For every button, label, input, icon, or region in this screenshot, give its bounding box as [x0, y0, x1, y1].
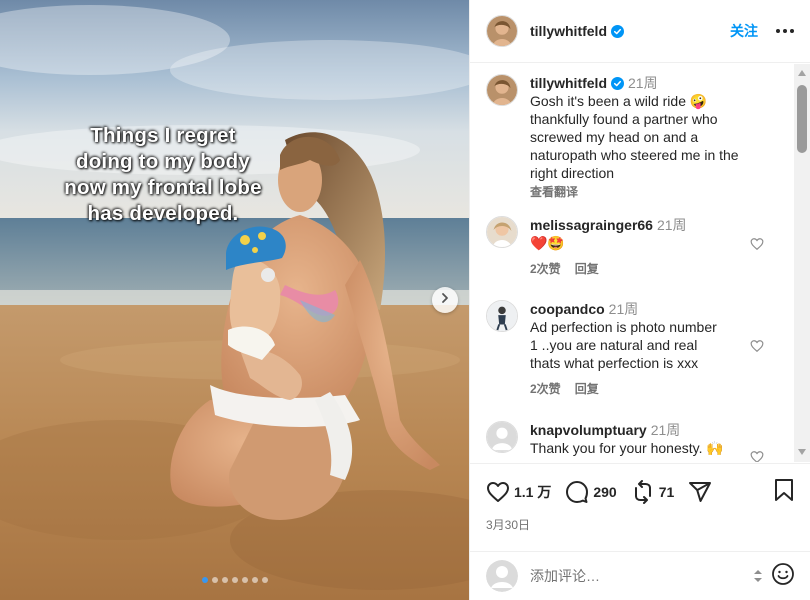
- carousel-indicator: [0, 577, 469, 583]
- like-button[interactable]: 1.1 万: [486, 480, 551, 504]
- comment-username[interactable]: melissagrainger66: [530, 217, 653, 233]
- save-button[interactable]: [773, 478, 795, 507]
- post-date[interactable]: 3月30日: [486, 516, 795, 533]
- caption-line: naturopath who steered me in the: [530, 147, 739, 163]
- comment-bubble-icon: [565, 480, 589, 504]
- overlay-line: has developed.: [87, 202, 239, 225]
- caption-line: screwed my head on and a: [530, 129, 699, 145]
- caption-item: tillywhitfeld 21周 Gosh it's been a wild r…: [486, 74, 760, 201]
- post-actions: 1.1 万 290 71 3月30日: [470, 463, 810, 551]
- bookmark-icon: [773, 478, 795, 506]
- sort-toggle-icon[interactable]: [753, 568, 763, 584]
- comment-text-line: 1 ..you are natural and real: [530, 337, 698, 353]
- carousel-dot: [261, 577, 268, 583]
- emoji-picker-icon[interactable]: [771, 562, 795, 591]
- scroll-down-arrow-icon[interactable]: [798, 449, 806, 455]
- verified-badge-icon: [611, 24, 624, 38]
- caption-line: Gosh it's been a wild ride 🤪: [530, 93, 708, 109]
- more-options-icon[interactable]: [776, 29, 794, 33]
- comment-time[interactable]: 21周: [651, 422, 681, 438]
- comment-text: Thank you for your honesty. 🙌: [530, 440, 724, 456]
- repost-button[interactable]: 71: [631, 480, 675, 504]
- comment-item: knapvolumptuary 21周 Thank you for your ho…: [486, 421, 760, 457]
- comment-like-count[interactable]: 2次赞: [530, 260, 561, 278]
- post-header: tillywhitfeld 关注: [470, 0, 810, 63]
- carousel-dot: [251, 577, 258, 583]
- commenter-avatar[interactable]: [486, 300, 518, 332]
- comment-count: 290: [593, 484, 617, 500]
- comment-reply-button[interactable]: 回复: [575, 260, 599, 278]
- post-overlay-caption: Things I regret doing to my body now my …: [18, 123, 308, 227]
- chevron-right-icon: [439, 291, 451, 309]
- post-side-panel: tillywhitfeld 关注 tillywhitfeld 21周 Gosh i…: [469, 0, 810, 600]
- caption-line: thankfully found a partner who: [530, 111, 718, 127]
- post-media[interactable]: Things I regret doing to my body now my …: [0, 0, 469, 600]
- carousel-dot: [221, 577, 228, 583]
- comment-text: ❤️🤩: [530, 235, 565, 251]
- comment-time[interactable]: 21周: [657, 217, 687, 233]
- repost-count: 71: [658, 484, 675, 500]
- comment-like-heart-icon[interactable]: [750, 450, 764, 462]
- comment-like-count[interactable]: 2次赞: [530, 380, 561, 398]
- current-user-avatar: [486, 560, 518, 592]
- repost-icon: [631, 480, 655, 504]
- comment-composer: [470, 551, 810, 600]
- heart-icon: [486, 480, 510, 504]
- comment-item: coopandco 21周 Ad perfection is photo numb…: [486, 300, 760, 398]
- caption-time[interactable]: 21周: [628, 75, 658, 91]
- comment-reply-button[interactable]: 回复: [575, 380, 599, 398]
- carousel-dot: [201, 577, 208, 583]
- carousel-dot: [211, 577, 218, 583]
- comment-button[interactable]: 290: [565, 480, 617, 504]
- overlay-line: Things I regret: [90, 124, 236, 147]
- comments-scrollbar[interactable]: [794, 64, 810, 462]
- author-avatar[interactable]: [486, 74, 518, 106]
- verified-badge-icon: [611, 77, 624, 90]
- send-icon: [688, 480, 712, 504]
- post-photo: [0, 0, 469, 600]
- comment-like-heart-icon[interactable]: [750, 339, 764, 353]
- comment-time[interactable]: 21周: [609, 301, 639, 317]
- commenter-avatar[interactable]: [486, 216, 518, 248]
- follow-button[interactable]: 关注: [730, 21, 758, 41]
- caption-line: right direction: [530, 165, 615, 181]
- share-button[interactable]: [688, 480, 712, 504]
- scrollbar-thumb[interactable]: [797, 85, 807, 153]
- comment-username[interactable]: knapvolumptuary: [530, 422, 647, 438]
- comment-username[interactable]: coopandco: [530, 301, 605, 317]
- comment-text-line: Ad perfection is photo number: [530, 319, 717, 335]
- scroll-up-arrow-icon[interactable]: [798, 70, 806, 76]
- like-count[interactable]: 1.1 万: [514, 482, 551, 502]
- comment-text-line: thats what perfection is xxx: [530, 355, 699, 371]
- commenter-avatar[interactable]: [486, 421, 518, 453]
- author-username[interactable]: tillywhitfeld: [530, 23, 607, 39]
- overlay-line: now my frontal lobe: [64, 176, 262, 199]
- comments-list[interactable]: tillywhitfeld 21周 Gosh it's been a wild r…: [470, 64, 795, 462]
- carousel-dot: [231, 577, 238, 583]
- comment-item: melissagrainger66 21周 ❤️🤩 2次赞 回复: [486, 216, 760, 278]
- overlay-line: doing to my body: [75, 150, 251, 173]
- comment-input[interactable]: [530, 568, 720, 584]
- comment-like-heart-icon[interactable]: [750, 237, 764, 251]
- see-translation-link[interactable]: 查看翻译: [530, 183, 760, 201]
- author-avatar[interactable]: [486, 15, 518, 47]
- caption-username[interactable]: tillywhitfeld: [530, 75, 607, 91]
- carousel-dot: [241, 577, 248, 583]
- carousel-next-button[interactable]: [432, 287, 458, 313]
